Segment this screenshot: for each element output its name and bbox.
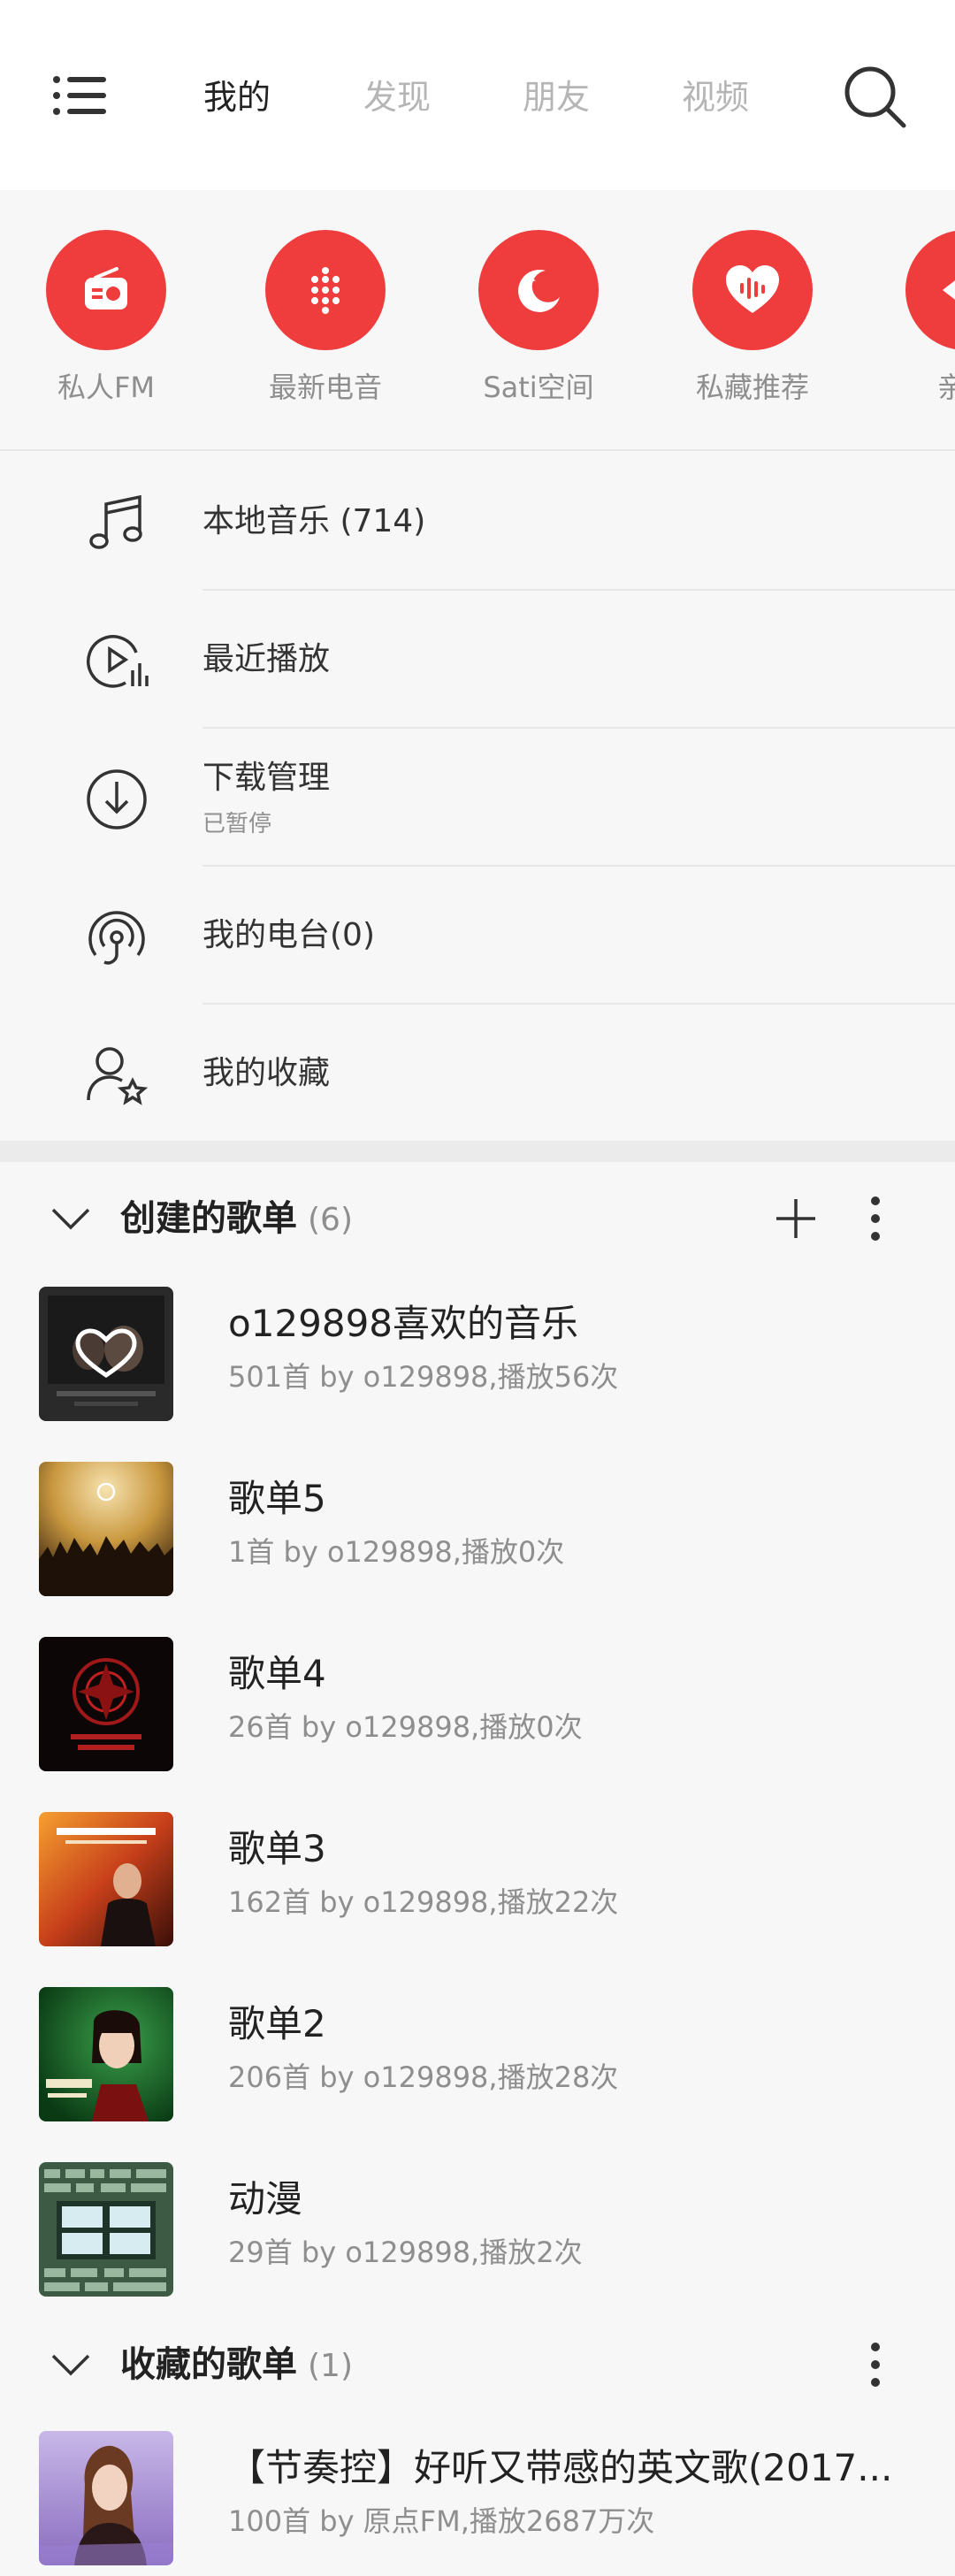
more-options-icon[interactable] bbox=[858, 2340, 893, 2389]
playlist-name: 【节奏控】好听又带感的英文歌(2017... bbox=[228, 2446, 893, 2489]
playlist-name: 动漫 bbox=[228, 2177, 303, 2221]
playlist-cover-liked bbox=[39, 1287, 173, 1421]
radio-station-icon bbox=[81, 902, 152, 973]
quick-item-private-fm[interactable]: 私人FM bbox=[0, 230, 212, 409]
menu-item-label: 我的电台(0) bbox=[202, 917, 375, 953]
playlist-item[interactable]: 歌单4 26首 by o129898,播放0次 bbox=[0, 1621, 955, 1796]
recent-play-icon bbox=[81, 626, 152, 697]
playlist-name: o129898喜欢的音乐 bbox=[228, 1302, 579, 1345]
menu-item-local-music[interactable]: 本地音乐 (714) bbox=[0, 453, 955, 591]
favorite-user-icon bbox=[81, 1040, 152, 1111]
chevron-down-icon[interactable] bbox=[50, 1201, 92, 1236]
tab-video[interactable]: 视频 bbox=[682, 71, 749, 124]
menu-item-my-radio[interactable]: 我的电台(0) bbox=[0, 867, 955, 1005]
music-note-icon bbox=[81, 488, 152, 559]
playlist-info: 206首 by o129898,播放28次 bbox=[228, 2060, 619, 2094]
add-playlist-button[interactable] bbox=[771, 1194, 821, 1243]
quick-item-private-recommend[interactable]: 私藏推荐 bbox=[646, 230, 859, 409]
quick-item-kids[interactable]: 亲子 bbox=[860, 230, 955, 409]
quick-item-label: Sati空间 bbox=[483, 371, 594, 404]
my-menu-list: 本地音乐 (714) 最近播放 下载管理 已暂停 我的电台(0) 我的收藏 bbox=[0, 453, 955, 1141]
playlist-name: 歌单4 bbox=[228, 1652, 326, 1695]
collected-playlists-header[interactable]: 收藏的歌单 (1) bbox=[0, 2320, 955, 2409]
tab-discover[interactable]: 发现 bbox=[363, 71, 431, 124]
child-icon bbox=[905, 230, 955, 350]
section-count: (1) bbox=[308, 2348, 353, 2384]
top-navigation: 我的 发现 朋友 视频 bbox=[0, 0, 955, 190]
section-title: 收藏的歌单 bbox=[120, 2344, 297, 2385]
download-icon bbox=[81, 764, 152, 835]
playlist-info: 1首 by o129898,播放0次 bbox=[228, 1535, 565, 1569]
section-count: (6) bbox=[308, 1202, 353, 1238]
heart-wave-icon bbox=[692, 230, 813, 350]
playlist-info: 29首 by o129898,播放2次 bbox=[228, 2236, 583, 2269]
menu-item-label: 下载管理 bbox=[202, 760, 331, 796]
quick-item-label: 最新电音 bbox=[268, 371, 382, 404]
playlist-item[interactable]: 歌单5 1首 by o129898,播放0次 bbox=[0, 1446, 955, 1621]
playlist-item[interactable]: o129898喜欢的音乐 501首 by o129898,播放56次 bbox=[0, 1271, 955, 1446]
playlist-item[interactable]: 歌单2 206首 by o129898,播放28次 bbox=[0, 1971, 955, 2146]
moon-icon bbox=[478, 230, 599, 350]
section-separator bbox=[0, 1141, 955, 1162]
quick-item-label: 私人FM bbox=[57, 371, 156, 404]
created-playlists-header[interactable]: 创建的歌单 (6) bbox=[0, 1174, 955, 1263]
playlist-cover-unforgettable bbox=[39, 1812, 173, 1946]
menu-item-download-manage[interactable]: 下载管理 已暂停 bbox=[0, 729, 955, 867]
playlist-info: 162首 by o129898,播放22次 bbox=[228, 1885, 619, 1919]
more-options-icon[interactable] bbox=[858, 1194, 893, 1243]
menu-item-label: 最近播放 bbox=[202, 641, 331, 677]
playlist-name: 歌单5 bbox=[228, 1477, 326, 1520]
playlist-cover-rhythm bbox=[39, 2431, 173, 2565]
playlist-cover-final-fantasy bbox=[39, 1637, 173, 1771]
quick-item-label: 亲子 bbox=[860, 366, 955, 409]
quick-item-new-electronic[interactable]: 最新电音 bbox=[219, 230, 432, 409]
playlist-item[interactable]: 动漫 29首 by o129898,播放2次 bbox=[0, 2146, 955, 2321]
menu-item-label: 我的收藏 bbox=[202, 1055, 331, 1091]
radio-icon bbox=[46, 230, 166, 350]
playlist-cover-anime bbox=[39, 2162, 173, 2297]
playlist-info: 501首 by o129898,播放56次 bbox=[228, 1360, 619, 1394]
menu-icon[interactable] bbox=[44, 62, 115, 133]
search-icon[interactable] bbox=[838, 60, 913, 134]
quick-item-sati-space[interactable]: Sati空间 bbox=[432, 230, 645, 409]
download-status: 已暂停 bbox=[202, 811, 272, 837]
chevron-down-icon[interactable] bbox=[50, 2347, 92, 2382]
playlist-item[interactable]: 歌单3 162首 by o129898,播放22次 bbox=[0, 1796, 955, 1971]
playlist-cover-concert bbox=[39, 1462, 173, 1596]
quick-access-row: 私人FM 最新电音 Sati空间 私藏推荐 bbox=[0, 190, 955, 451]
playlist-item[interactable]: 【节奏控】好听又带感的英文歌(2017... 100首 by 原点FM,播放26… bbox=[0, 2415, 955, 2576]
menu-item-my-collection[interactable]: 我的收藏 bbox=[0, 1005, 955, 1143]
playlist-name: 歌单2 bbox=[228, 2002, 326, 2045]
playlist-info: 100首 by 原点FM,播放2687万次 bbox=[228, 2504, 655, 2538]
dots-grid-icon bbox=[265, 230, 386, 350]
section-title: 创建的歌单 bbox=[120, 1198, 297, 1239]
tab-friends[interactable]: 朋友 bbox=[523, 71, 590, 124]
tab-mine[interactable]: 我的 bbox=[203, 71, 271, 124]
playlist-info: 26首 by o129898,播放0次 bbox=[228, 1710, 583, 1744]
menu-item-label: 本地音乐 (714) bbox=[202, 503, 426, 539]
menu-item-recent-play[interactable]: 最近播放 bbox=[0, 591, 955, 729]
quick-item-label: 私藏推荐 bbox=[695, 371, 809, 404]
playlist-name: 歌单3 bbox=[228, 1827, 326, 1870]
playlist-cover-amelie bbox=[39, 1987, 173, 2121]
